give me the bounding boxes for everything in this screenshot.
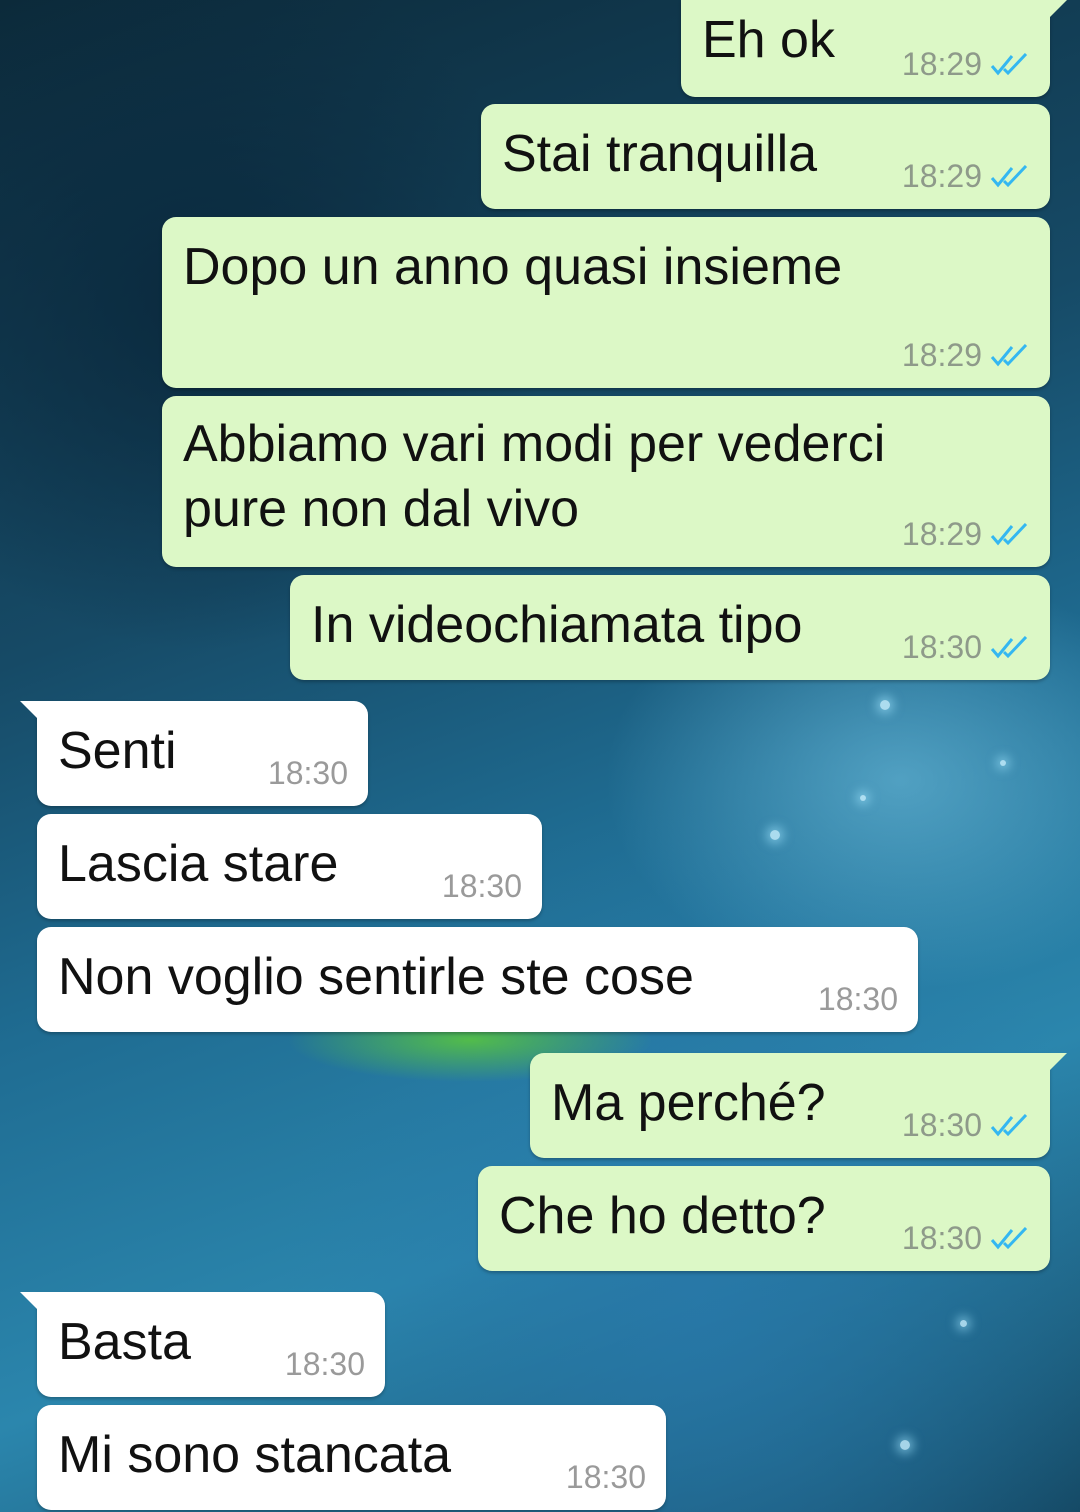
message-time: 18:29 [901,46,982,82]
message-meta: 18:30 [818,981,898,1018]
wallpaper-sparkle [860,795,866,801]
message-time: 18:29 [901,337,982,373]
wallpaper-sparkle [770,830,780,840]
wallpaper-sparkle [900,1440,910,1450]
message-meta: 18:30 [442,868,522,905]
outgoing-message[interactable]: Abbiamo vari modi per vederci pure non d… [162,396,1050,567]
outgoing-message[interactable]: Ma perché? 18:30 [530,1053,1067,1158]
outgoing-message[interactable]: Eh ok 18:29 [681,0,1067,97]
message-time: 18:30 [901,629,982,665]
message-meta: 18:30 [285,1346,365,1383]
message-time: 18:30 [565,1459,646,1495]
message-time: 18:30 [901,1107,982,1143]
message-meta: 18:29 [902,158,1030,195]
read-double-check-icon [990,1226,1028,1249]
message-text: Eh ok [702,11,835,69]
message-text: Che ho detto? [499,1187,826,1245]
incoming-message[interactable]: Non voglio sentirle ste cose 18:30 [37,927,918,1032]
message-text: Stai tranquilla [502,125,818,183]
wallpaper-sparkle [880,700,890,710]
message-text-line: Abbiamo vari modi per vederci [183,415,886,473]
message-text: Basta [58,1313,191,1371]
message-text: Non voglio sentirle ste cose [58,948,694,1006]
read-double-check-icon [990,635,1028,658]
message-text: Mi sono stancata [58,1426,452,1484]
incoming-message[interactable]: Mi sono stancata 18:30 [37,1405,666,1510]
outgoing-message[interactable]: In videochiamata tipo 18:30 [290,575,1050,680]
message-time: 18:30 [817,981,898,1017]
read-double-check-icon [990,1113,1028,1136]
message-time: 18:29 [901,158,982,194]
message-text: Lascia stare [58,835,339,893]
message-text: Abbiamo vari modi per vederci pure non d… [183,412,885,542]
message-time: 18:30 [267,755,348,791]
message-meta: 18:30 [902,629,1030,666]
message-time: 18:29 [901,516,982,552]
message-time: 18:30 [901,1220,982,1256]
outgoing-message[interactable]: Che ho detto? 18:30 [478,1166,1050,1271]
message-text: Senti [58,722,177,780]
read-double-check-icon [990,522,1028,545]
wallpaper-sparkle [960,1320,967,1327]
message-time: 18:30 [441,868,522,904]
message-meta: 18:30 [902,1220,1030,1257]
message-meta: 18:30 [566,1459,646,1496]
message-text: Ma perché? [551,1074,826,1132]
message-text: Dopo un anno quasi insieme [183,238,843,296]
message-time: 18:30 [284,1346,365,1382]
message-meta: 18:29 [902,337,1030,374]
incoming-message[interactable]: Lascia stare 18:30 [37,814,542,919]
read-double-check-icon [990,164,1028,187]
outgoing-message[interactable]: Stai tranquilla 18:29 [481,104,1050,209]
outgoing-message[interactable]: Dopo un anno quasi insieme 18:29 [162,217,1050,388]
message-text-line: pure non dal vivo [183,480,580,538]
read-double-check-icon [990,52,1028,75]
message-meta: 18:30 [902,1107,1030,1144]
incoming-message[interactable]: Basta 18:30 [20,1292,385,1397]
incoming-message[interactable]: Senti 18:30 [20,701,368,806]
read-double-check-icon [990,343,1028,366]
message-meta: 18:29 [902,46,1030,83]
message-meta: 18:30 [268,755,348,792]
message-meta: 18:29 [902,516,1030,553]
message-text: In videochiamata tipo [311,596,803,654]
wallpaper-sparkle [1000,760,1006,766]
